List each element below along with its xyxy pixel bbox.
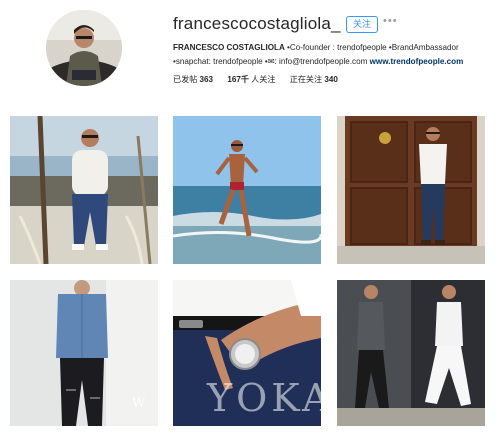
- profile-username: francescocostagliola_: [173, 14, 341, 33]
- watermark-text: YOKA: [207, 376, 334, 420]
- profile-bio-line-2: •snapchat: trendofpeople •✉: info@trendo…: [173, 56, 463, 66]
- more-options-icon[interactable]: •••: [383, 15, 398, 27]
- post-man-at-door[interactable]: [337, 116, 485, 264]
- post-man-on-boat[interactable]: [10, 116, 158, 264]
- stat-followers[interactable]: 167千 人关注: [227, 75, 275, 84]
- profile-avatar[interactable]: [46, 10, 122, 86]
- stat-following[interactable]: 正在关注 340: [290, 75, 338, 84]
- profile-header: francescocostagliola_ 关注 ••• FRANCESCO C…: [0, 0, 500, 108]
- profile-stats: 已发帖 363 167千 人关注 正在关注 340: [173, 74, 350, 85]
- bio-text-2: •snapchat: trendofpeople •✉: info@trendo…: [173, 57, 370, 66]
- profile-full-name: FRANCESCO COSTAGLIOLA: [173, 43, 285, 52]
- stat-posts[interactable]: 已发帖 363: [173, 75, 213, 84]
- profile-website-link[interactable]: www.trendofpeople.com: [370, 57, 464, 66]
- post-man-on-beach[interactable]: [173, 116, 321, 264]
- post-two-outfits[interactable]: [337, 280, 485, 426]
- post-man-denim-shirt[interactable]: W: [10, 280, 158, 426]
- bio-text-1: •Co-founder : trendofpeople •BrandAmbass…: [284, 43, 459, 52]
- follow-button[interactable]: 关注: [346, 16, 378, 33]
- brand-logo-icon: W: [132, 396, 146, 411]
- profile-bio-line-1: FRANCESCO COSTAGLIOLA •Co-founder : tren…: [173, 43, 459, 52]
